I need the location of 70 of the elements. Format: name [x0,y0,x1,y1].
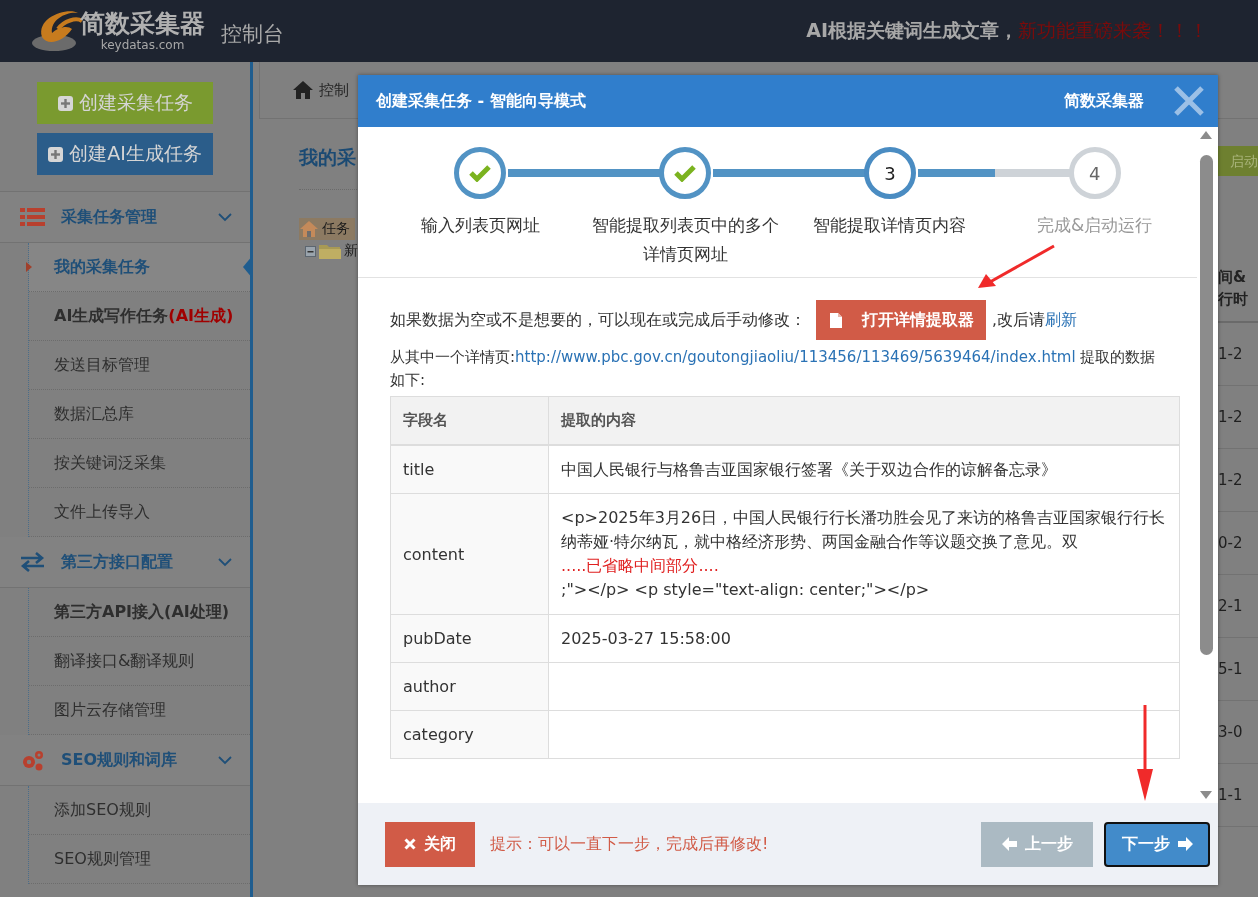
step-label: 输入列表页网址 [419,214,541,237]
caret-icon [26,262,32,272]
sidebar-item[interactable]: 我的采集任务 [29,243,250,292]
hint-text: 如果数据为空或不是想要的，可以现在或完成后手动修改： [390,309,806,331]
sidebar-item[interactable]: 第三方API接入(AI处理) [29,588,250,637]
dialog-title: 创建采集任务 - 智能向导模式 [376,90,586,112]
field-name-cell: category [390,710,549,759]
field-name-cell: title [390,445,549,494]
sidebar-item[interactable]: SEO规则管理 [29,835,250,884]
close-dialog-button[interactable]: 关闭 [385,821,475,867]
tree-node[interactable]: 任务 [299,218,355,240]
gears-icon [20,749,46,771]
table-cell: 中国人民银行与格鲁吉亚国家银行签署《关于双边合作的谅解备忘录》 [548,445,1180,494]
brand-name: 简数采集器 [80,10,205,38]
notice-highlight: 新功能重磅来袭！！！ [1018,19,1208,41]
refresh-link[interactable]: 刷新 [1044,309,1077,331]
column-header: 行时 [1218,289,1249,310]
home-icon [293,81,313,99]
sidebar-item[interactable]: 按关键词泛采集 [29,439,250,488]
field-name-cell: pubDate [390,614,549,663]
step-label: 完成&启动运行 [1036,214,1154,237]
hint-text: ,改后请 [992,309,1045,331]
arrow-right-icon [1177,837,1193,851]
house-icon [299,220,319,238]
close-icon [1174,86,1204,116]
dialog-brand: 简数采集器 [1064,90,1144,112]
footer-hint: 提示：可以一直下一步，完成后再修改! [490,833,769,855]
folder-icon [319,243,341,259]
sidebar-item[interactable]: AI生成写作任务(AI生成) [29,292,250,341]
table-cell: 2025-03-27 15:58:00 [548,614,1180,663]
column-header: 提取的内容 [548,396,1180,445]
step-circle: 3 [863,147,916,199]
list-icon [20,206,46,228]
minus-icon [305,245,316,257]
tree-node[interactable]: 新 [305,240,399,262]
table-cell: <p>2025年3月26日，中国人民银行行长潘功胜会见了来访的格鲁吉亚国家银行行长纳蒂娅·特尔纳瓦，就中格经济形势、两国金融合作等议题交换了意见。双 .....已省略中间部分.... ;"></p> <p style="text-align: center;"></p> [548,493,1180,615]
column-header: 字段名 [390,396,549,445]
brand-domain: keydatas.com [100,38,185,52]
sidebar-item[interactable]: 添加SEO规则 [29,786,250,835]
sidebar-item[interactable]: 发送目标管理 [29,341,250,390]
create-task-button[interactable]: 创建AI生成任务 [37,133,213,175]
scroll-up-icon [1200,131,1212,139]
exchange-arrows-icon [20,551,46,573]
start-button[interactable]: 启动 [1218,146,1258,176]
step-label: 智能提取详情页内容 [812,214,968,237]
create-task-button[interactable]: 创建采集任务 [37,82,213,124]
next-button[interactable]: 下一步 [1104,821,1210,867]
scrollbar-thumb[interactable] [1199,155,1213,655]
field-name-cell: author [390,662,549,711]
check-icon [674,164,697,182]
check-icon [469,164,492,182]
breadcrumb-link[interactable]: 控制 [319,80,349,100]
sidebar-item[interactable]: 数据汇总库 [29,390,250,439]
source-text: 从其中一个详情页:http://www.pbc.gov.cn/goutongjiaoliu/113456/113469/5639464/index.html 提取的数据如下: [390,347,1157,391]
field-name-cell: content [390,493,549,615]
step-circle: 4 [1068,147,1121,199]
close-button[interactable] [1174,86,1204,116]
notice-text: AI根据关键词生成文章， [806,19,1018,41]
scroll-down-icon [1200,791,1212,799]
sidebar-item[interactable]: 翻译接口&翻译规则 [29,637,250,686]
arrow-left-icon [1001,837,1017,851]
step-label: 智能提取列表页中的多个详情页网址 [590,214,780,266]
close-icon [404,838,416,850]
plus-icon [57,95,73,111]
document-icon [830,312,842,328]
column-header: 间& [1218,267,1248,288]
console-title: 控制台 [221,21,284,48]
plus-icon [48,146,64,162]
open-extractor-button[interactable]: 打开详情提取器 [816,300,986,340]
source-link[interactable]: http://www.pbc.gov.cn/goutongjiaoliu/113456/113469/5639464/index.html [515,348,1076,366]
